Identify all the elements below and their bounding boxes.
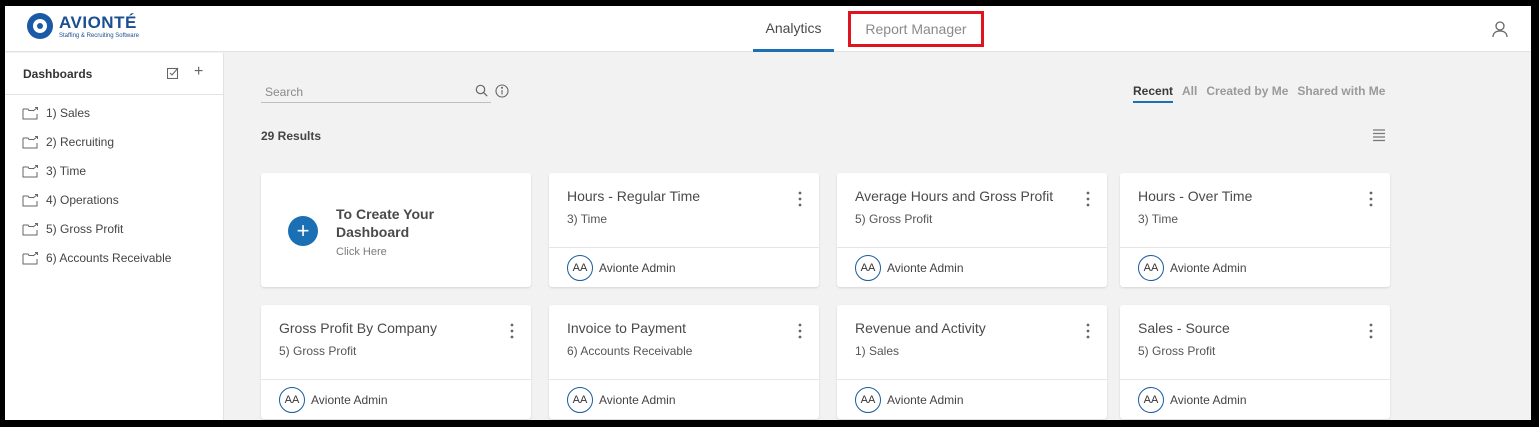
- dashboard-card[interactable]: Gross Profit By Company 5) Gross Profit …: [261, 305, 531, 419]
- card-category: 3) Time: [567, 212, 608, 226]
- filter-recent[interactable]: Recent: [1133, 84, 1174, 103]
- sidebar-item-operations[interactable]: 4) Operations: [5, 185, 223, 214]
- more-options-icon[interactable]: [798, 191, 802, 207]
- dashboard-card[interactable]: Hours - Regular Time 3) Time AA Avionte …: [549, 173, 819, 287]
- card-title: Sales - Source: [1138, 320, 1230, 336]
- more-options-icon[interactable]: [1086, 323, 1090, 339]
- more-options-icon[interactable]: [1369, 323, 1373, 339]
- card-category: 5) Gross Profit: [1138, 344, 1216, 358]
- create-dashboard-card[interactable]: + To Create Your Dashboard Click Here: [261, 173, 531, 287]
- more-options-icon[interactable]: [1086, 191, 1090, 207]
- sidebar-item-label: 4) Operations: [46, 192, 119, 207]
- folder-share-icon: [22, 135, 38, 148]
- avatar: AA: [279, 386, 305, 413]
- sidebar-item-label: 5) Gross Profit: [46, 221, 124, 236]
- more-options-icon[interactable]: [798, 323, 802, 339]
- sidebar-item-time[interactable]: 3) Time: [5, 156, 223, 185]
- top-bar: AVIONTÉ Staffing & Recruiting Software A…: [5, 6, 1531, 52]
- card-footer: AA Avionte Admin: [1120, 247, 1390, 287]
- card-title: Hours - Over Time: [1138, 188, 1253, 204]
- select-checkbox-icon[interactable]: [167, 67, 179, 79]
- brand-tagline: Staffing & Recruiting Software: [59, 32, 139, 39]
- card-owner: Avionte Admin: [1170, 260, 1247, 275]
- dashboard-card[interactable]: Hours - Over Time 3) Time AA Avionte Adm…: [1120, 173, 1390, 287]
- card-owner: Avionte Admin: [887, 392, 964, 407]
- card-category: 6) Accounts Receivable: [567, 344, 693, 358]
- card-footer: AA Avionte Admin: [549, 247, 819, 287]
- search-box: [261, 81, 491, 103]
- info-icon[interactable]: [495, 84, 509, 98]
- card-title: Invoice to Payment: [567, 320, 687, 336]
- filter-shared-with-me[interactable]: Shared with Me: [1297, 84, 1385, 103]
- folder-share-icon: [22, 106, 38, 119]
- sidebar-header: Dashboards +: [5, 53, 223, 95]
- avatar: AA: [1138, 386, 1164, 413]
- card-title: Hours - Regular Time: [567, 188, 701, 204]
- user-icon[interactable]: [1491, 20, 1509, 38]
- sidebar-item-label: 2) Recruiting: [46, 134, 115, 149]
- card-category: 1) Sales: [855, 344, 900, 358]
- card-footer: AA Avionte Admin: [261, 379, 531, 419]
- dashboard-card[interactable]: Sales - Source 5) Gross Profit AA Aviont…: [1120, 305, 1390, 419]
- sidebar-item-label: 3) Time: [46, 163, 87, 178]
- avatar: AA: [855, 254, 881, 281]
- dashboard-card[interactable]: Average Hours and Gross Profit 5) Gross …: [837, 173, 1107, 287]
- dashboard-card[interactable]: Invoice to Payment 6) Accounts Receivabl…: [549, 305, 819, 419]
- card-owner: Avionte Admin: [599, 392, 676, 407]
- search-icon[interactable]: [475, 84, 488, 97]
- search-input[interactable]: [261, 81, 461, 102]
- results-count: 29 Results: [261, 129, 322, 143]
- avatar: AA: [567, 386, 593, 413]
- brand-logo[interactable]: AVIONTÉ Staffing & Recruiting Software: [27, 13, 139, 39]
- card-title: Revenue and Activity: [855, 320, 986, 336]
- brand-name: AVIONTÉ: [59, 12, 137, 32]
- card-footer: AA Avionte Admin: [1120, 379, 1390, 419]
- card-category: 3) Time: [1138, 212, 1179, 226]
- avatar: AA: [1138, 254, 1164, 281]
- tab-report-manager[interactable]: Report Manager: [848, 11, 984, 47]
- sidebar: Dashboards + 1) Sales 2) Recruiting 3) T…: [5, 53, 224, 420]
- card-title: Average Hours and Gross Profit: [855, 188, 1054, 204]
- card-owner: Avionte Admin: [887, 260, 964, 275]
- list-view-icon[interactable]: [1372, 128, 1386, 142]
- add-dashboard-icon[interactable]: +: [194, 64, 203, 80]
- logo-icon: [27, 13, 53, 39]
- card-owner: Avionte Admin: [599, 260, 676, 275]
- filter-tabs: Recent All Created by Me Shared with Me: [1133, 84, 1385, 103]
- sidebar-item-accounts-receivable[interactable]: 6) Accounts Receivable: [5, 243, 223, 272]
- folder-share-icon: [22, 164, 38, 177]
- sidebar-item-recruiting[interactable]: 2) Recruiting: [5, 127, 223, 156]
- filter-all[interactable]: All: [1182, 84, 1197, 103]
- sidebar-title: Dashboards: [23, 66, 93, 81]
- sidebar-item-label: 6) Accounts Receivable: [46, 250, 172, 265]
- avatar: AA: [567, 254, 593, 281]
- create-dashboard-link: Click Here: [336, 246, 387, 258]
- folder-share-icon: [22, 222, 38, 235]
- card-title: Gross Profit By Company: [279, 320, 437, 336]
- sidebar-item-sales[interactable]: 1) Sales: [5, 98, 223, 127]
- folder-share-icon: [22, 193, 38, 206]
- card-category: 5) Gross Profit: [855, 212, 933, 226]
- filter-created-by-me[interactable]: Created by Me: [1206, 84, 1288, 103]
- card-footer: AA Avionte Admin: [837, 379, 1107, 419]
- card-owner: Avionte Admin: [311, 392, 388, 407]
- dashboard-card[interactable]: Revenue and Activity 1) Sales AA Avionte…: [837, 305, 1107, 419]
- card-category: 5) Gross Profit: [279, 344, 357, 358]
- more-options-icon[interactable]: [510, 323, 514, 339]
- folder-share-icon: [22, 251, 38, 264]
- card-footer: AA Avionte Admin: [549, 379, 819, 419]
- sidebar-item-label: 1) Sales: [46, 105, 91, 120]
- avatar: AA: [855, 386, 881, 413]
- create-dashboard-title: To Create Your Dashboard: [336, 206, 435, 240]
- more-options-icon[interactable]: [1369, 191, 1373, 207]
- app-window: AVIONTÉ Staffing & Recruiting Software A…: [5, 6, 1531, 420]
- card-owner: Avionte Admin: [1170, 392, 1247, 407]
- card-footer: AA Avionte Admin: [837, 247, 1107, 287]
- tab-analytics[interactable]: Analytics: [753, 6, 834, 52]
- sidebar-item-gross-profit[interactable]: 5) Gross Profit: [5, 214, 223, 243]
- plus-icon: +: [288, 216, 318, 246]
